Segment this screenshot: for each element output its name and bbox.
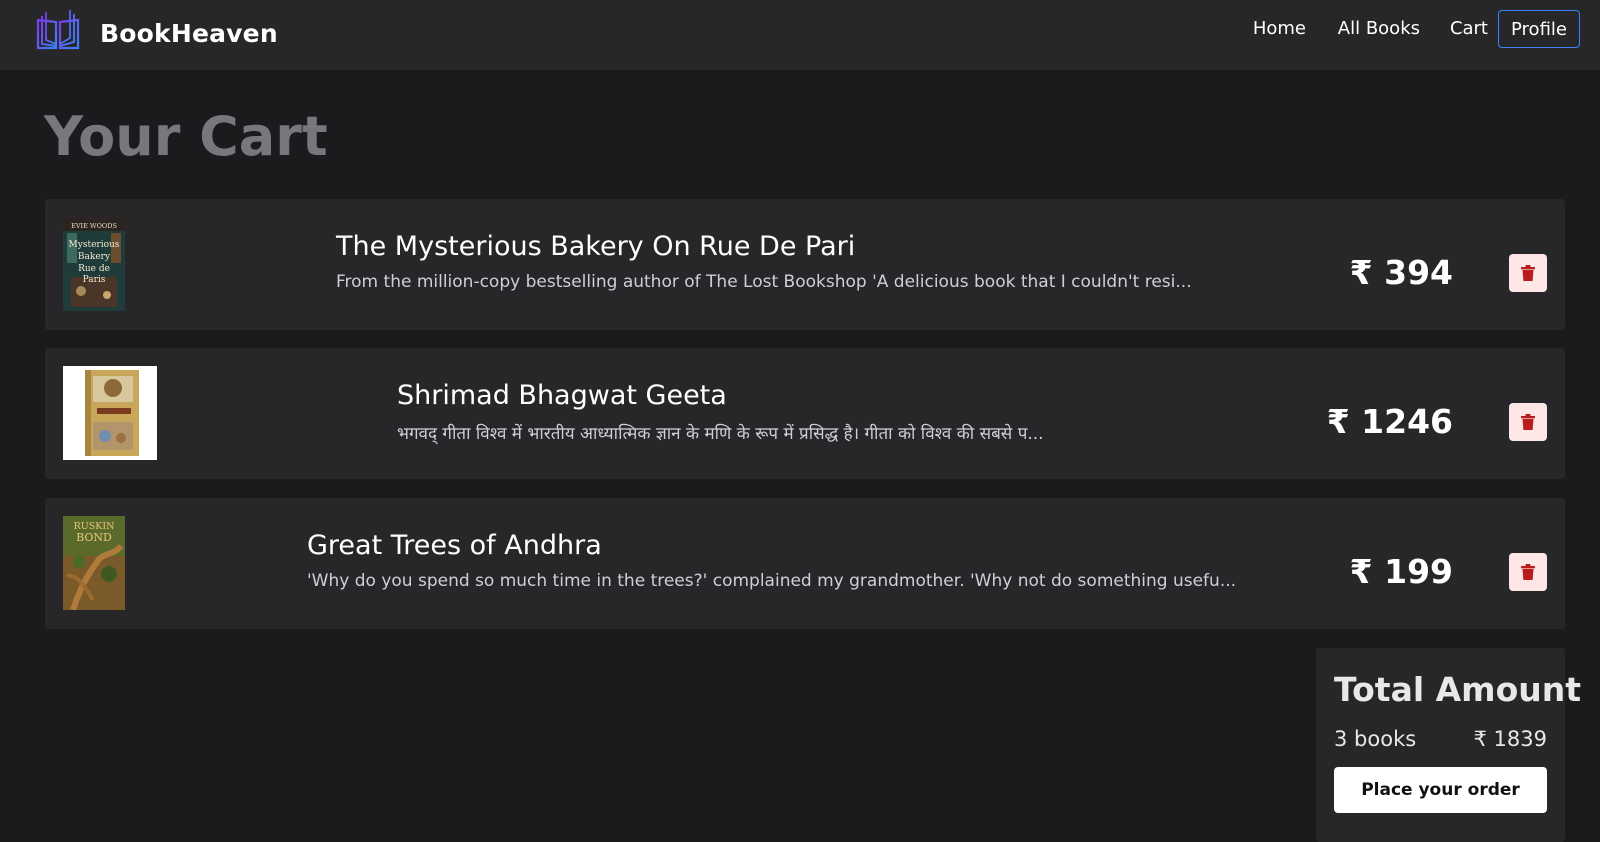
item-description: 'Why do you spend so much time in the tr…	[307, 571, 1237, 591]
place-order-button[interactable]: Place your order	[1334, 767, 1547, 813]
delete-button[interactable]	[1509, 403, 1547, 441]
open-book-icon	[36, 10, 80, 50]
nav-cart-link[interactable]: Cart	[1450, 18, 1488, 39]
item-price: ₹ 394	[1349, 253, 1453, 292]
item-price: ₹ 199	[1349, 552, 1453, 591]
item-info: The Mysterious Bakery On Rue De Pari Fro…	[336, 231, 1192, 292]
page-title: Your Cart	[44, 105, 328, 168]
brand[interactable]: BookHeaven	[34, 8, 278, 54]
nav-profile-button[interactable]: Profile	[1498, 10, 1580, 48]
total-price: ₹ 1839	[1473, 727, 1547, 751]
trash-icon	[1521, 265, 1535, 281]
trash-icon	[1521, 414, 1535, 430]
item-title[interactable]: The Mysterious Bakery On Rue De Pari	[336, 231, 1192, 262]
order-summary: Total Amount 3 books ₹ 1839 Place your o…	[1316, 648, 1581, 842]
item-description: भगवद् गीता विश्व में भारतीय आध्यात्मिक ज…	[397, 424, 1044, 444]
trash-icon	[1521, 564, 1535, 580]
book-cover-image[interactable]	[63, 366, 157, 460]
item-description: From the million-copy bestselling author…	[336, 272, 1192, 292]
delete-button[interactable]	[1509, 553, 1547, 591]
item-price: ₹ 1246	[1326, 402, 1453, 441]
brand-name: BookHeaven	[100, 19, 278, 48]
item-title[interactable]: Great Trees of Andhra	[307, 530, 1236, 561]
book-count: 3 books	[1334, 727, 1417, 751]
delete-button[interactable]	[1509, 254, 1547, 292]
cover-author: EVIE WOODS	[71, 222, 117, 230]
cart-item: RUSKIN BOND Great Trees of Andhra 'Why d…	[45, 498, 1565, 629]
nav-home-link[interactable]: Home	[1253, 18, 1306, 39]
book-cover-image[interactable]: EVIE WOODS Mysterious Bakery Rue de Pari…	[63, 217, 125, 311]
book-cover-image[interactable]: RUSKIN BOND	[63, 516, 125, 610]
cart-item: EVIE WOODS Mysterious Bakery Rue de Pari…	[45, 199, 1565, 330]
nav-all-books-link[interactable]: All Books	[1338, 18, 1420, 39]
cover-author: BOND	[76, 531, 112, 544]
item-title[interactable]: Shrimad Bhagwat Geeta	[397, 380, 1044, 411]
cover-title-line: Rue de	[78, 264, 110, 274]
item-info: Great Trees of Andhra 'Why do you spend …	[307, 530, 1236, 591]
cover-title-line: Mysterious	[69, 240, 120, 250]
total-amount-title: Total Amount	[1334, 670, 1582, 709]
navbar: BookHeaven Home All Books Cart Profile	[0, 0, 1600, 70]
item-info: Shrimad Bhagwat Geeta भगवद् गीता विश्व म…	[397, 380, 1044, 444]
cover-title-line: Paris	[83, 275, 106, 285]
cover-title-line: Bakery	[78, 252, 111, 262]
cart-item: Shrimad Bhagwat Geeta भगवद् गीता विश्व म…	[45, 348, 1565, 479]
